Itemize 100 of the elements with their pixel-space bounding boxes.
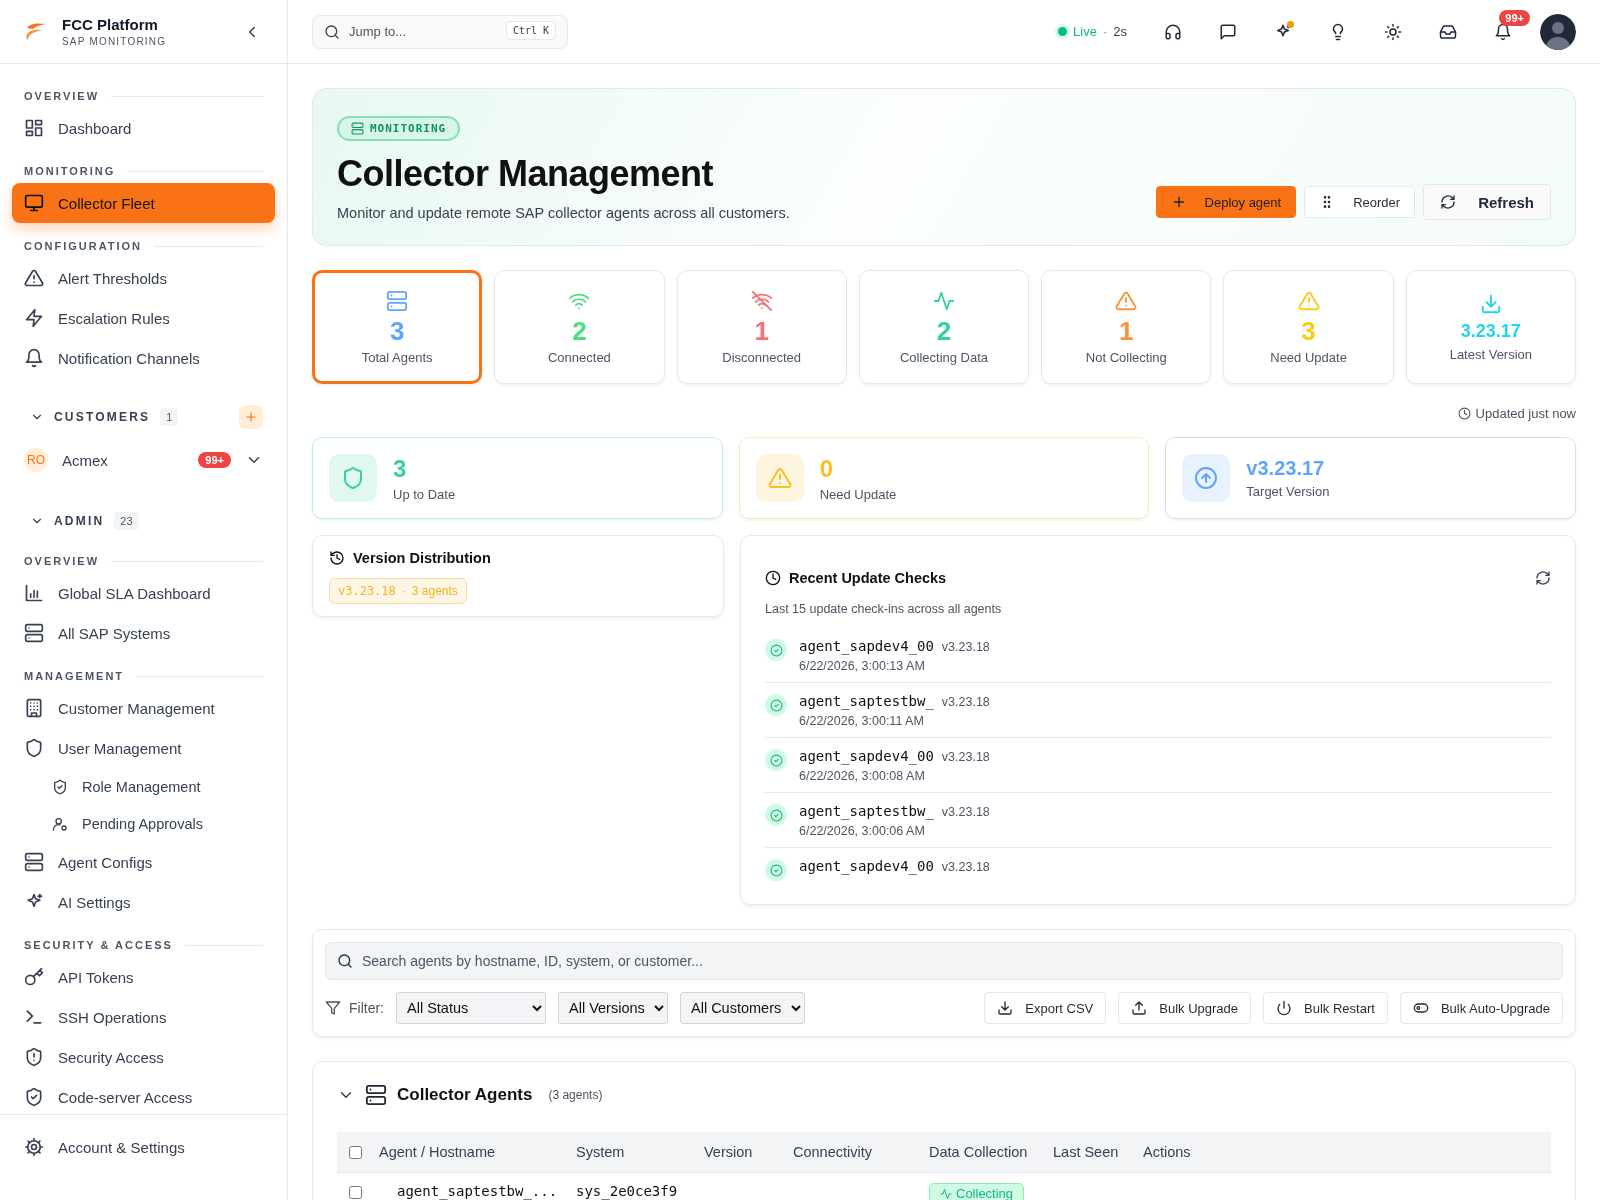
- nav-item[interactable]: Security Access: [12, 1037, 275, 1077]
- activity-icon: [933, 289, 955, 312]
- agent-version: v3.23.18: [941, 695, 990, 709]
- plus-button[interactable]: Deploy agent: [1155, 186, 1297, 218]
- warning-icon: [755, 454, 804, 502]
- stat-label: Connected: [547, 349, 611, 365]
- power-icon: [1276, 1000, 1293, 1016]
- agent-name: agent_saptestbw_: [799, 693, 934, 709]
- nav-item[interactable]: Code-server Access: [12, 1077, 275, 1114]
- nav-item[interactable]: Customer Management: [12, 688, 275, 728]
- stat-card[interactable]: 1 Disconnected: [676, 270, 847, 384]
- section-heading: CONFIGURATION: [24, 240, 143, 252]
- section-heading: MANAGEMENT: [24, 670, 125, 682]
- stat-card[interactable]: 3.23.17 Latest Version: [1405, 270, 1576, 384]
- building-icon: [24, 698, 44, 718]
- table-cell: sys_2e0ce3f9: [576, 1183, 678, 1199]
- summary-value: 3: [393, 454, 408, 483]
- filter-label: Filter:: [349, 1000, 384, 1016]
- nav-item[interactable]: Escalation Rules: [12, 298, 275, 338]
- nav-item[interactable]: All SAP Systems: [12, 613, 275, 653]
- grip-button[interactable]: Reorder: [1304, 186, 1416, 218]
- nav-item[interactable]: Alert Thresholds: [12, 258, 275, 298]
- plus-icon: [244, 410, 258, 424]
- upload-icon: [1131, 1000, 1148, 1016]
- group-heading[interactable]: ADMIN: [54, 514, 105, 528]
- section-heading: OVERVIEW: [24, 90, 100, 102]
- agent-version: v3.23.18: [941, 750, 990, 764]
- nav-item[interactable]: Global SLA Dashboard: [12, 573, 275, 613]
- nav-item[interactable]: Pending Approvals: [12, 805, 275, 842]
- agent-count: (3 agents): [548, 1088, 603, 1102]
- section-heading: MONITORING: [24, 165, 116, 177]
- column-header[interactable]: System: [576, 1144, 625, 1160]
- shield-alert-icon: [24, 1047, 44, 1067]
- nav-item[interactable]: API Tokens: [12, 957, 275, 997]
- agent-search-field[interactable]: Search agents by hostname, ID, system, or customer...: [325, 942, 1563, 980]
- check-circle-icon: [765, 859, 787, 881]
- summary-label: Up to Date: [393, 486, 456, 502]
- history-icon: [329, 550, 345, 566]
- nav-item[interactable]: Collector Fleet: [12, 183, 275, 223]
- dashboard-icon: [24, 118, 44, 138]
- nav-item[interactable]: Role Management: [12, 768, 275, 805]
- column-header[interactable]: Actions: [1143, 1144, 1191, 1160]
- card-title: Version Distribution: [353, 550, 491, 566]
- card-title: Recent Update Checks: [789, 570, 947, 586]
- summary-value: v3.23.17: [1246, 457, 1326, 480]
- lightning-icon: [24, 308, 44, 328]
- refresh-interval: 2s: [1113, 24, 1127, 39]
- filter-dropdown[interactable]: All Status: [396, 992, 546, 1024]
- nav-item[interactable]: AI Settings: [12, 882, 275, 922]
- row-checkbox[interactable]: [349, 1186, 362, 1199]
- stat-value: 2: [572, 315, 587, 346]
- section-heading: SECURITY & ACCESS: [24, 939, 173, 951]
- nav-item[interactable]: Agent Configs: [12, 842, 275, 882]
- stat-value: 1: [754, 315, 769, 346]
- section-tag: MONITORING: [337, 116, 461, 141]
- select-all-checkbox[interactable]: [349, 1145, 362, 1159]
- refresh-icon: [1535, 570, 1551, 586]
- stat-label: Need Update: [1270, 349, 1347, 365]
- warning-icon: [24, 268, 44, 288]
- refresh-button[interactable]: [1535, 570, 1551, 586]
- power-button[interactable]: Bulk Restart: [1263, 992, 1388, 1024]
- stat-label: Disconnected: [722, 349, 802, 365]
- refresh-button[interactable]: Refresh: [1423, 184, 1551, 220]
- server-icon: [386, 289, 409, 312]
- clock-icon: [1457, 407, 1471, 420]
- version-chip: v3.23.18 · 3 agents: [329, 578, 467, 604]
- stat-value: 1: [1119, 315, 1134, 346]
- stat-label: Latest Version: [1449, 346, 1533, 362]
- nav-item[interactable]: Notification Channels: [12, 338, 275, 378]
- user-avatar[interactable]: [1540, 13, 1576, 50]
- bar-chart-icon: [24, 583, 44, 603]
- stat-label: Total Agents: [361, 349, 433, 365]
- separator-dot: ·: [1102, 24, 1108, 39]
- bell-icon: [24, 348, 44, 368]
- filter-dropdown[interactable]: All Versions: [558, 992, 668, 1024]
- server-icon: [24, 623, 44, 643]
- stat-card[interactable]: 2 Connected: [494, 270, 665, 384]
- nav-item[interactable]: SSH Operations: [12, 997, 275, 1037]
- summary-label: Need Update: [819, 486, 897, 502]
- nav-item[interactable]: User Management: [12, 728, 275, 768]
- download-button[interactable]: Export CSV: [984, 992, 1107, 1024]
- agent-name: agent_sapdev4_00: [799, 638, 934, 654]
- stat-label: Collecting Data: [899, 349, 989, 365]
- toggle-button[interactable]: Bulk Auto-Upgrade: [1399, 992, 1563, 1024]
- card-subtitle: Last 15 update check-ins across all agents: [765, 602, 1003, 616]
- stat-card[interactable]: 1 Not Collecting: [1041, 270, 1212, 384]
- stat-card[interactable]: 3 Total Agents: [312, 270, 483, 384]
- customer-name[interactable]: Acmex: [62, 451, 108, 469]
- stat-value: 3: [1301, 315, 1316, 346]
- group-heading[interactable]: CUSTOMERS: [54, 410, 151, 424]
- check-circle-icon: [765, 749, 787, 771]
- account-settings-item[interactable]: Account & Settings: [12, 1127, 275, 1167]
- app-title: FCC Platform: [62, 16, 159, 33]
- nav-item[interactable]: Dashboard: [12, 108, 275, 148]
- stat-card[interactable]: 3 Need Update: [1223, 270, 1394, 384]
- key-icon: [24, 967, 44, 987]
- filter-dropdown[interactable]: All Customers: [680, 992, 805, 1024]
- stat-card[interactable]: 2 Collecting Data: [858, 270, 1030, 384]
- upload-button[interactable]: Bulk Upgrade: [1118, 992, 1252, 1024]
- terminal-icon: [24, 1007, 44, 1027]
